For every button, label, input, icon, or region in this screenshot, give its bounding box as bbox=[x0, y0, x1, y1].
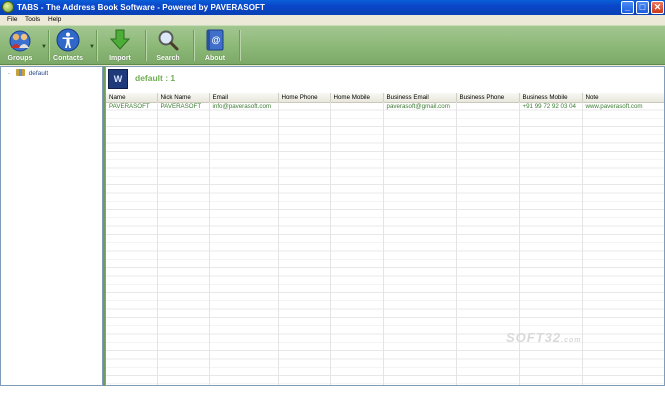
app-icon[interactable] bbox=[2, 1, 14, 13]
import-label: Import bbox=[109, 55, 131, 62]
toolbar-separator bbox=[96, 30, 97, 61]
cell-home-mobile[interactable] bbox=[330, 102, 384, 111]
menu-help[interactable]: Help bbox=[48, 15, 61, 25]
import-arrow-icon bbox=[109, 29, 131, 50]
table-header-row: Name Nick Name Email Home Phone Home Mob… bbox=[106, 93, 664, 103]
cell-business-mobile[interactable]: +91 99 72 92 03 04 bbox=[519, 102, 583, 111]
groups-icon bbox=[9, 30, 31, 52]
import-button[interactable]: Import bbox=[99, 26, 141, 65]
maximize-button[interactable]: □ bbox=[636, 1, 649, 14]
groups-dropdown-icon[interactable]: ▼ bbox=[41, 44, 47, 50]
minimize-button[interactable]: _ bbox=[621, 1, 634, 14]
column-header-business-email[interactable]: Business Email bbox=[383, 93, 457, 103]
about-book-icon: @ bbox=[206, 29, 224, 51]
contacts-button[interactable]: Contacts bbox=[50, 26, 86, 65]
menu-bar: File Tools Help bbox=[0, 15, 665, 25]
status-area bbox=[0, 386, 665, 415]
group-header: W default : 1 bbox=[106, 67, 664, 92]
toolbar-separator bbox=[48, 30, 49, 61]
cell-name[interactable]: PAVERASOFT bbox=[106, 102, 158, 111]
tree-item-label: default bbox=[28, 70, 49, 77]
cell-home-phone[interactable] bbox=[278, 102, 331, 111]
menu-file[interactable]: File bbox=[7, 15, 17, 25]
column-header-name[interactable]: Name bbox=[106, 93, 158, 103]
column-header-note[interactable]: Note bbox=[582, 93, 664, 103]
cell-nick-name[interactable]: PAVERASOFT bbox=[157, 102, 210, 111]
column-header-home-mobile[interactable]: Home Mobile bbox=[330, 93, 384, 103]
contacts-dropdown-icon[interactable]: ▼ bbox=[89, 44, 95, 50]
close-button[interactable]: ✕ bbox=[651, 1, 664, 14]
toolbar-separator bbox=[145, 30, 146, 61]
toolbar-separator bbox=[193, 30, 194, 61]
cell-email[interactable]: info@paverasoft.com bbox=[209, 102, 279, 111]
cell-business-email[interactable]: paverasoft@gmail.com bbox=[383, 102, 457, 111]
app-window: TABS - The Address Book Software - Power… bbox=[0, 0, 665, 415]
column-header-home-phone[interactable]: Home Phone bbox=[278, 93, 331, 103]
group-tree[interactable]: - default bbox=[0, 66, 103, 386]
group-folder-icon bbox=[15, 69, 25, 76]
watermark-suffix: .com bbox=[561, 337, 582, 344]
table-row[interactable]: PAVERASOFT PAVERASOFT info@paverasoft.co… bbox=[106, 102, 664, 111]
search-icon bbox=[158, 30, 179, 51]
cell-note[interactable]: www.paverasoft.com bbox=[582, 102, 664, 111]
column-header-business-phone[interactable]: Business Phone bbox=[456, 93, 520, 103]
tree-item-default[interactable]: - default bbox=[8, 69, 48, 78]
tree-expander-icon[interactable]: - bbox=[8, 69, 14, 78]
watermark: SOFT32.com bbox=[506, 330, 581, 345]
groups-button[interactable]: Groups bbox=[2, 26, 38, 65]
watermark-text: SOFT32 bbox=[506, 330, 562, 345]
about-label: About bbox=[204, 55, 226, 62]
menu-tools[interactable]: Tools bbox=[25, 15, 40, 25]
column-header-nick-name[interactable]: Nick Name bbox=[157, 93, 210, 103]
column-header-business-mobile[interactable]: Business Mobile bbox=[519, 93, 583, 103]
cell-business-phone[interactable] bbox=[456, 102, 520, 111]
search-label: Search bbox=[156, 55, 180, 62]
svg-text:@: @ bbox=[212, 35, 221, 45]
column-header-email[interactable]: Email bbox=[209, 93, 279, 103]
group-header-icon: W bbox=[108, 69, 128, 89]
contacts-icon bbox=[56, 28, 80, 52]
groups-label: Groups bbox=[7, 55, 33, 62]
toolbar-separator bbox=[239, 30, 240, 61]
about-button[interactable]: @ About bbox=[196, 26, 234, 65]
contacts-label: Contacts bbox=[53, 55, 83, 62]
window-title: TABS - The Address Book Software - Power… bbox=[17, 3, 266, 12]
group-title: default : 1 bbox=[135, 73, 176, 83]
title-bar[interactable]: TABS - The Address Book Software - Power… bbox=[0, 0, 665, 15]
toolbar: Groups ▼ Contacts ▼ Import Search @ Abou… bbox=[0, 25, 665, 65]
search-button[interactable]: Search bbox=[148, 26, 188, 65]
